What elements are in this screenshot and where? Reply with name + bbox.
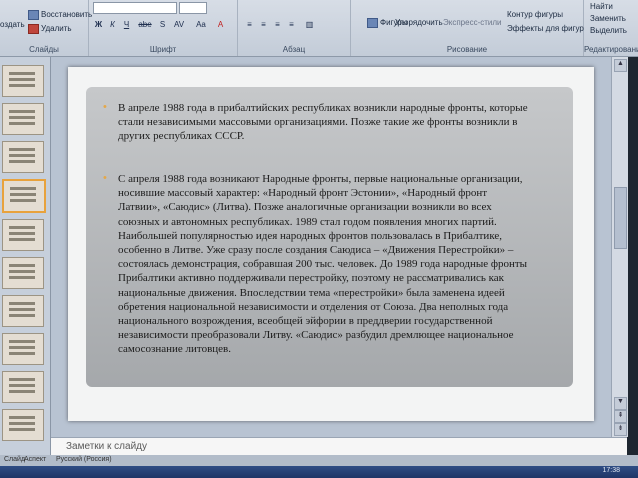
paragraph-2[interactable]: С апреля 1988 года возникают Народные фр… [118,172,528,357]
notes-placeholder: Заметки к слайду [66,441,147,452]
slide-thumbnail[interactable] [2,219,44,251]
slides-group: оздать Восстановить Удалить Слайды [0,0,92,56]
bullet-marker: • [103,172,107,184]
slide-thumbnail[interactable] [2,409,44,441]
slide-thumbnail[interactable] [2,295,44,327]
select-button[interactable]: Выделить [590,26,627,35]
font-group: Ж К Ч abe S AV Aa A Шрифт [89,0,238,56]
status-theme: Аспект [24,456,47,463]
create-slide-button[interactable]: оздать [0,20,25,29]
find-label: Найти [590,2,613,11]
find-button[interactable]: Найти [590,2,613,11]
ribbon: оздать Восстановить Удалить Слайды Ж К Ч… [0,0,638,57]
shadow-button[interactable]: S [157,20,168,30]
arrange-label: Упорядочить [395,18,443,27]
arrange-button[interactable]: Упорядочить [395,18,443,27]
clock: 17:38 [602,467,620,474]
replace-label: Заменить [590,14,626,23]
underline-button[interactable]: Ч [121,20,132,30]
align-right-button[interactable]: ≡ [272,20,283,30]
font-color-button[interactable]: A [215,20,226,30]
shapes-icon [367,18,378,28]
prev-slide-icon[interactable]: ⇞ [614,410,627,423]
status-slide: Слайд [4,456,26,463]
status-language: Русский (Россия) [56,456,112,463]
restore-label: Восстановить [41,10,93,20]
font-group-label: Шрифт [149,45,177,54]
align-center-button[interactable]: ≡ [258,20,269,30]
font-name-combo[interactable] [93,2,177,14]
drawing-group-label: Рисование [446,45,488,54]
slide-thumbnails-panel [0,57,51,455]
select-label: Выделить [590,26,627,35]
shape-effects-button[interactable]: Эффекты для фигур [507,24,584,33]
editing-group: Найти Заменить Выделить Редактирование [584,0,638,56]
slide-thumbnail[interactable] [2,141,44,173]
content-placeholder[interactable]: • В апреле 1988 года в прибалтийских рес… [86,87,573,387]
drawing-group: Фигуры Упорядочить Экспресс-стили Контур… [351,0,584,56]
slide-thumbnail[interactable] [2,65,44,97]
bold-button[interactable]: Ж [93,20,104,30]
slide: • В апреле 1988 года в прибалтийских рес… [68,67,594,421]
bullet-marker: • [103,101,107,113]
delete-button[interactable]: Удалить [28,24,72,34]
delete-icon [28,24,39,34]
notes-pane[interactable]: Заметки к слайду [51,437,627,456]
slide-thumbnail-selected[interactable] [2,179,46,213]
paragraph-group-label: Абзац [282,45,306,54]
status-bar: Слайд Аспект Русский (Россия) [0,455,638,466]
font-size-grow-button[interactable]: Aa [193,20,209,30]
scrollbar-thumb[interactable] [614,187,627,249]
slide-thumbnail[interactable] [2,371,44,403]
restore-button[interactable]: Восстановить [28,10,92,20]
vertical-scrollbar[interactable]: ▲ ▼ ⇞ ⇟ [611,57,628,437]
paragraph-group: ≡ ≡ ≡ ≡ ▥ Абзац [238,0,351,56]
slide-thumbnail[interactable] [2,333,44,365]
slide-editing-area: • В апреле 1988 года в прибалтийских рес… [51,57,611,437]
slide-thumbnail[interactable] [2,103,44,135]
italic-button[interactable]: К [107,20,118,30]
delete-label: Удалить [41,24,72,34]
shape-outline-label: Контур фигуры [507,10,563,19]
spacing-button[interactable]: AV [171,20,187,30]
slides-group-label: Слайды [29,45,59,54]
strike-button[interactable]: abe [137,20,153,30]
paragraph-1[interactable]: В апреле 1988 года в прибалтийских респу… [118,101,528,144]
slide-thumbnail[interactable] [2,257,44,289]
align-left-button[interactable]: ≡ [244,20,255,30]
scroll-down-icon[interactable]: ▼ [614,397,627,410]
next-slide-icon[interactable]: ⇟ [614,423,627,436]
editing-group-label: Редактирование [584,45,638,54]
scroll-up-icon[interactable]: ▲ [614,59,627,72]
taskbar: 17:38 [0,466,638,478]
shape-effects-label: Эффекты для фигур [507,24,584,33]
express-styles-button[interactable]: Экспресс-стили [443,18,502,27]
shape-outline-button[interactable]: Контур фигуры [507,10,563,19]
replace-button[interactable]: Заменить [590,14,626,23]
express-styles-label: Экспресс-стили [443,18,502,27]
columns-button[interactable]: ▥ [304,20,315,30]
font-size-combo[interactable] [179,2,207,14]
justify-button[interactable]: ≡ [286,20,297,30]
restore-icon [28,10,39,20]
